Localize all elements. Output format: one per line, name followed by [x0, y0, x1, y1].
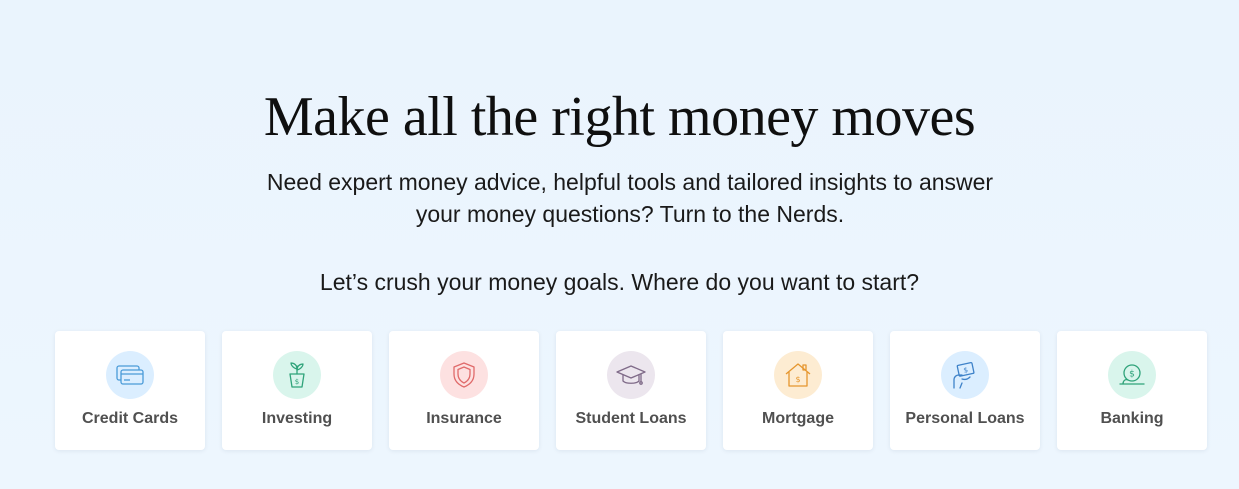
category-card-credit-cards[interactable]: Credit Cards	[55, 331, 205, 450]
category-card-insurance[interactable]: Insurance	[389, 331, 539, 450]
category-card-mortgage[interactable]: $ Mortgage	[723, 331, 873, 450]
svg-text:$: $	[963, 366, 969, 375]
hand-cash-icon: $	[941, 351, 989, 399]
hero-subheading: Need expert money advice, helpful tools …	[190, 166, 1070, 230]
category-label: Mortgage	[762, 410, 834, 427]
category-card-personal-loans[interactable]: $ Personal Loans	[890, 331, 1040, 450]
piggy-coin-icon: $	[1108, 351, 1156, 399]
category-label: Credit Cards	[81, 410, 179, 427]
category-card-student-loans[interactable]: Student Loans	[556, 331, 706, 450]
hero-section: Make all the right money moves Need expe…	[0, 0, 1239, 489]
goal-prompt: Let’s crush your money goals. Where do y…	[319, 269, 920, 295]
hero-subheading-line-1: Need expert money advice, helpful tools …	[266, 169, 994, 195]
graduation-cap-icon	[607, 351, 655, 399]
category-label: Personal Loans	[905, 410, 1025, 427]
house-icon: $	[774, 351, 822, 399]
shield-icon	[440, 351, 488, 399]
svg-text:$: $	[295, 378, 299, 386]
svg-text:$: $	[795, 375, 800, 384]
category-card-investing[interactable]: $ Investing	[222, 331, 372, 450]
category-label: Student Loans	[575, 410, 687, 427]
category-cards: Credit Cards $ Investing Insurance Stude…	[55, 331, 1207, 450]
category-card-banking[interactable]: $ Banking	[1057, 331, 1207, 450]
category-label: Investing	[261, 410, 333, 427]
hero-subheading-line-2: your money questions? Turn to the Nerds.	[415, 201, 845, 227]
page-title: Make all the right money moves	[263, 86, 976, 148]
plant-pot-icon: $	[273, 351, 321, 399]
category-label: Banking	[1100, 410, 1164, 427]
svg-text:$: $	[1129, 370, 1135, 380]
category-label: Insurance	[426, 410, 502, 427]
credit-card-icon	[106, 351, 154, 399]
